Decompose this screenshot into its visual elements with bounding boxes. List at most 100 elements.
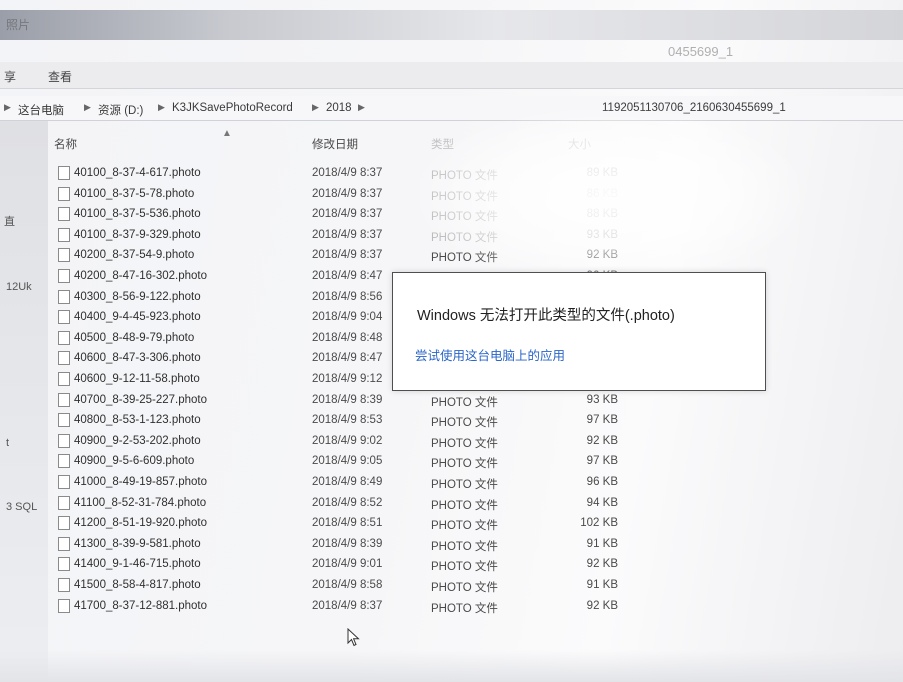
file-icon <box>58 186 70 201</box>
open-with-dialog: Windows 无法打开此类型的文件(.photo) 尝试使用这台电脑上的应用 <box>392 272 766 391</box>
file-row[interactable]: 40900_9-5-6-609.photo 2018/4/9 9:05 PHOTO … <box>0 451 903 471</box>
ribbon-tab-view[interactable]: 查看 <box>48 68 72 85</box>
file-row[interactable]: 40100_8-37-4-617.photo 2018/4/9 8:37 PHOTO… <box>0 163 903 183</box>
file-size: 91 KB <box>586 579 618 591</box>
file-icon <box>58 289 70 304</box>
file-icon <box>58 310 70 325</box>
file-size: 92 KB <box>586 558 618 571</box>
file-size: 92 KB <box>586 434 618 447</box>
file-row[interactable]: 40700_8-39-25-227.photo 2018/4/9 8:39 PHOT… <box>0 390 903 410</box>
file-icon <box>58 598 70 613</box>
file-date: 2018/4/9 8:51 <box>312 517 383 530</box>
file-name: 40200_8-47-16-302.photo <box>74 270 208 282</box>
window-titlebar[interactable] <box>0 10 903 40</box>
file-date: 2018/4/9 8:58 <box>312 579 383 591</box>
file-row[interactable]: 40900_9-2-53-202.photo 2018/4/9 9:02 PHOTO… <box>0 431 903 451</box>
file-icon <box>58 248 70 263</box>
breadcrumb-year[interactable]: 2018 <box>326 102 352 114</box>
dialog-message: Windows 无法打开此类型的文件(.photo) <box>417 308 675 324</box>
file-date: 2018/4/9 8:56 <box>312 290 383 303</box>
file-icon <box>58 495 70 510</box>
file-type: PHOTO 文件 <box>431 602 498 615</box>
file-type: PHOTO 文件 <box>431 561 498 574</box>
file-name: 41500_8-58-4-817.photo <box>74 579 201 591</box>
file-name: 40500_8-48-9-79.photo <box>74 331 195 344</box>
file-size: 97 KB <box>586 414 618 427</box>
file-date: 2018/4/9 8:39 <box>312 393 383 406</box>
file-row[interactable]: 41200_8-51-19-920.photo 2018/4/9 8:51 PHOT… <box>0 513 903 533</box>
file-row[interactable]: 41000_8-49-19-857.photo 2018/4/9 8:49 PHOT… <box>0 472 903 492</box>
ribbon-tab-share[interactable]: 享 <box>4 68 16 85</box>
chevron-right-icon: ▶ <box>158 102 165 112</box>
file-size: 93 KB <box>586 228 618 241</box>
file-icon <box>58 516 70 531</box>
file-icon <box>58 227 70 242</box>
file-row[interactable]: 41300_8-39-9-581.photo 2018/4/9 8:39 PHOTO… <box>0 534 903 554</box>
file-name: 40100_8-37-4-617.photo <box>74 167 201 179</box>
file-date: 2018/4/9 8:47 <box>312 270 383 282</box>
file-icon <box>58 372 70 386</box>
window-title-path: 0455699_1 <box>668 44 734 59</box>
try-app-link[interactable]: 尝试使用这台电脑上的应用 <box>415 345 565 364</box>
file-name: 41100_8-52-31-784.photo <box>74 496 207 509</box>
file-list-header: ▲ 名称 修改日期 类型 大小 <box>48 128 903 154</box>
file-icon <box>58 536 70 551</box>
file-name: 41000_8-49-19-857.photo <box>74 476 208 488</box>
breadcrumb-drive-d[interactable]: 资源 (D:) <box>98 102 143 118</box>
file-date: 2018/4/9 8:37 <box>312 187 383 200</box>
file-name: 41400_9-1-46-715.photo <box>74 558 201 571</box>
file-row[interactable]: 40100_8-37-9-329.photo 2018/4/9 8:37 PHOTO… <box>0 225 903 245</box>
file-type: PHOTO 文件 <box>431 520 498 533</box>
address-bar[interactable]: ▶ 这台电脑 ▶ 资源 (D:) ▶ K3JKSavePhotoRecord ▶… <box>0 96 903 121</box>
file-date: 2018/4/9 8:53 <box>312 414 383 427</box>
breadcrumb-this-pc[interactable]: 这台电脑 <box>18 102 64 118</box>
file-name: 41700_8-37-12-881.photo <box>74 599 208 612</box>
file-date: 2018/4/9 8:52 <box>312 496 383 509</box>
file-icon <box>58 433 70 448</box>
file-row[interactable]: 41500_8-58-4-817.photo 2018/4/9 8:58 PHOTO… <box>0 575 903 595</box>
file-name: 40100_8-37-9-329.photo <box>74 228 201 241</box>
file-name: 40300_8-56-9-122.photo <box>74 290 201 303</box>
file-icon <box>58 351 70 366</box>
file-size: 88 KB <box>586 208 618 221</box>
file-row[interactable]: 40800_8-53-1-123.photo 2018/4/9 8:53 PHOTO… <box>0 410 903 430</box>
file-type: PHOTO 文件 <box>431 211 498 224</box>
file-type: PHOTO 文件 <box>431 417 498 430</box>
column-header-date[interactable]: 修改日期 <box>312 136 358 152</box>
file-row[interactable]: 41700_8-37-12-881.photo 2018/4/9 8:37 PHOT… <box>0 596 903 616</box>
file-name: 40600_8-47-3-306.photo <box>74 352 201 365</box>
file-row[interactable]: 41100_8-52-31-784.photo 2018/4/9 8:52 PHOT… <box>0 493 903 513</box>
file-size: 86 KB <box>586 187 618 200</box>
file-type: PHOTO 文件 <box>431 437 498 450</box>
file-type: PHOTO 文件 <box>431 190 498 203</box>
file-date: 2018/4/9 9:01 <box>312 558 383 571</box>
column-header-size[interactable]: 大小 <box>568 136 591 152</box>
file-row[interactable]: 40200_8-37-54-9.photo 2018/4/9 8:37 PHOTO … <box>0 245 903 265</box>
column-header-name[interactable]: 名称 <box>54 136 77 152</box>
file-name: 40600_9-12-11-58.photo <box>74 373 200 385</box>
file-name: 40400_9-4-45-923.photo <box>74 311 201 324</box>
chevron-right-icon: ▶ <box>312 102 319 112</box>
file-icon <box>58 475 70 489</box>
breadcrumb-photo-record[interactable]: K3JKSavePhotoRecord <box>172 102 293 114</box>
file-row[interactable]: 41400_9-1-46-715.photo 2018/4/9 9:01 PHOTO… <box>0 554 903 574</box>
file-icon <box>58 557 70 572</box>
file-name: 40100_8-37-5-78.photo <box>74 187 195 200</box>
file-size: 92 KB <box>586 599 618 612</box>
file-name: 40100_8-37-5-536.photo <box>74 208 201 221</box>
file-name: 40800_8-53-1-123.photo <box>74 414 201 427</box>
file-date: 2018/4/9 8:37 <box>312 167 383 179</box>
desktop-screen: 照片 0455699_1 享 查看 ▶ 这台电脑 ▶ 资源 (D:) ▶ K3J… <box>0 0 903 682</box>
file-date: 2018/4/9 8:39 <box>312 537 383 550</box>
file-date: 2018/4/9 9:04 <box>312 311 383 324</box>
file-size: 89 KB <box>586 167 618 179</box>
column-header-type[interactable]: 类型 <box>431 136 454 152</box>
file-row[interactable]: 40100_8-37-5-536.photo 2018/4/9 8:37 PHOTO… <box>0 204 903 224</box>
file-type: PHOTO 文件 <box>431 499 498 512</box>
file-icon <box>58 413 70 428</box>
file-size: 102 KB <box>580 517 618 530</box>
file-size: 96 KB <box>586 476 618 488</box>
file-row[interactable]: 40100_8-37-5-78.photo 2018/4/9 8:37 PHOTO … <box>0 184 903 204</box>
file-size: 94 KB <box>586 496 618 509</box>
breadcrumb-record-folder[interactable]: 1192051130706_2160630455699_1 <box>602 102 786 114</box>
